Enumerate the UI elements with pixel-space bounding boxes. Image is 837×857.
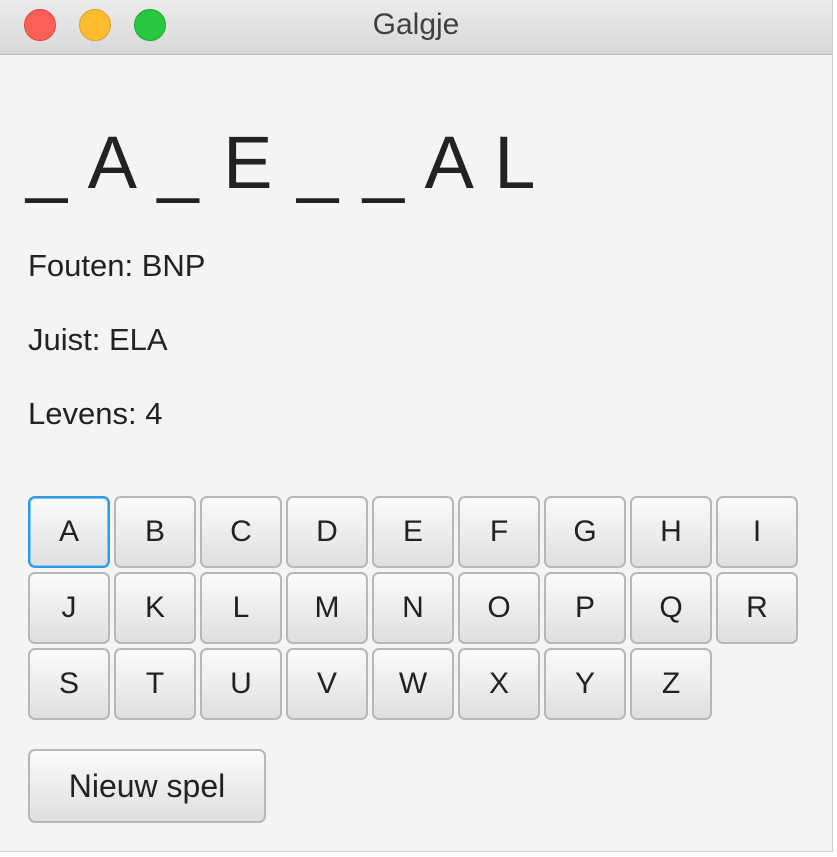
letter-button-u[interactable]: U: [200, 648, 282, 720]
letter-button-q[interactable]: Q: [630, 572, 712, 644]
letter-button-a[interactable]: A: [28, 496, 110, 568]
new-game-button[interactable]: Nieuw spel: [28, 749, 266, 823]
letter-button-b[interactable]: B: [114, 496, 196, 568]
correct-letters-label: Juist: ELA: [28, 322, 168, 357]
title-bar[interactable]: Galgje: [0, 0, 832, 55]
letter-button-d[interactable]: D: [286, 496, 368, 568]
letter-button-c[interactable]: C: [200, 496, 282, 568]
letter-button-j[interactable]: J: [28, 572, 110, 644]
letter-button-e[interactable]: E: [372, 496, 454, 568]
letter-button-y[interactable]: Y: [544, 648, 626, 720]
lives-label: Levens: 4: [28, 396, 163, 431]
letter-button-g[interactable]: G: [544, 496, 626, 568]
letter-button-z[interactable]: Z: [630, 648, 712, 720]
wrong-letters-label: Fouten: BNP: [28, 248, 206, 283]
letter-button-r[interactable]: R: [716, 572, 798, 644]
letter-button-n[interactable]: N: [372, 572, 454, 644]
letter-button-s[interactable]: S: [28, 648, 110, 720]
letter-button-o[interactable]: O: [458, 572, 540, 644]
masked-word: _ A _ E _ _ A L: [26, 121, 538, 204]
letter-button-v[interactable]: V: [286, 648, 368, 720]
letter-button-l[interactable]: L: [200, 572, 282, 644]
letter-button-k[interactable]: K: [114, 572, 196, 644]
window-title: Galgje: [372, 8, 460, 41]
letter-button-w[interactable]: W: [372, 648, 454, 720]
letter-button-i[interactable]: I: [716, 496, 798, 568]
game-window: Galgje _ A _ E _ _ A L Fouten: BNP Juist…: [0, 0, 833, 852]
letter-button-p[interactable]: P: [544, 572, 626, 644]
letter-button-m[interactable]: M: [286, 572, 368, 644]
letter-keyboard: ABCDEFGHI JKLMNOPQR STUVWXYZ: [28, 496, 808, 720]
letter-button-t[interactable]: T: [114, 648, 196, 720]
letter-button-x[interactable]: X: [458, 648, 540, 720]
letter-button-f[interactable]: F: [458, 496, 540, 568]
letter-button-h[interactable]: H: [630, 496, 712, 568]
